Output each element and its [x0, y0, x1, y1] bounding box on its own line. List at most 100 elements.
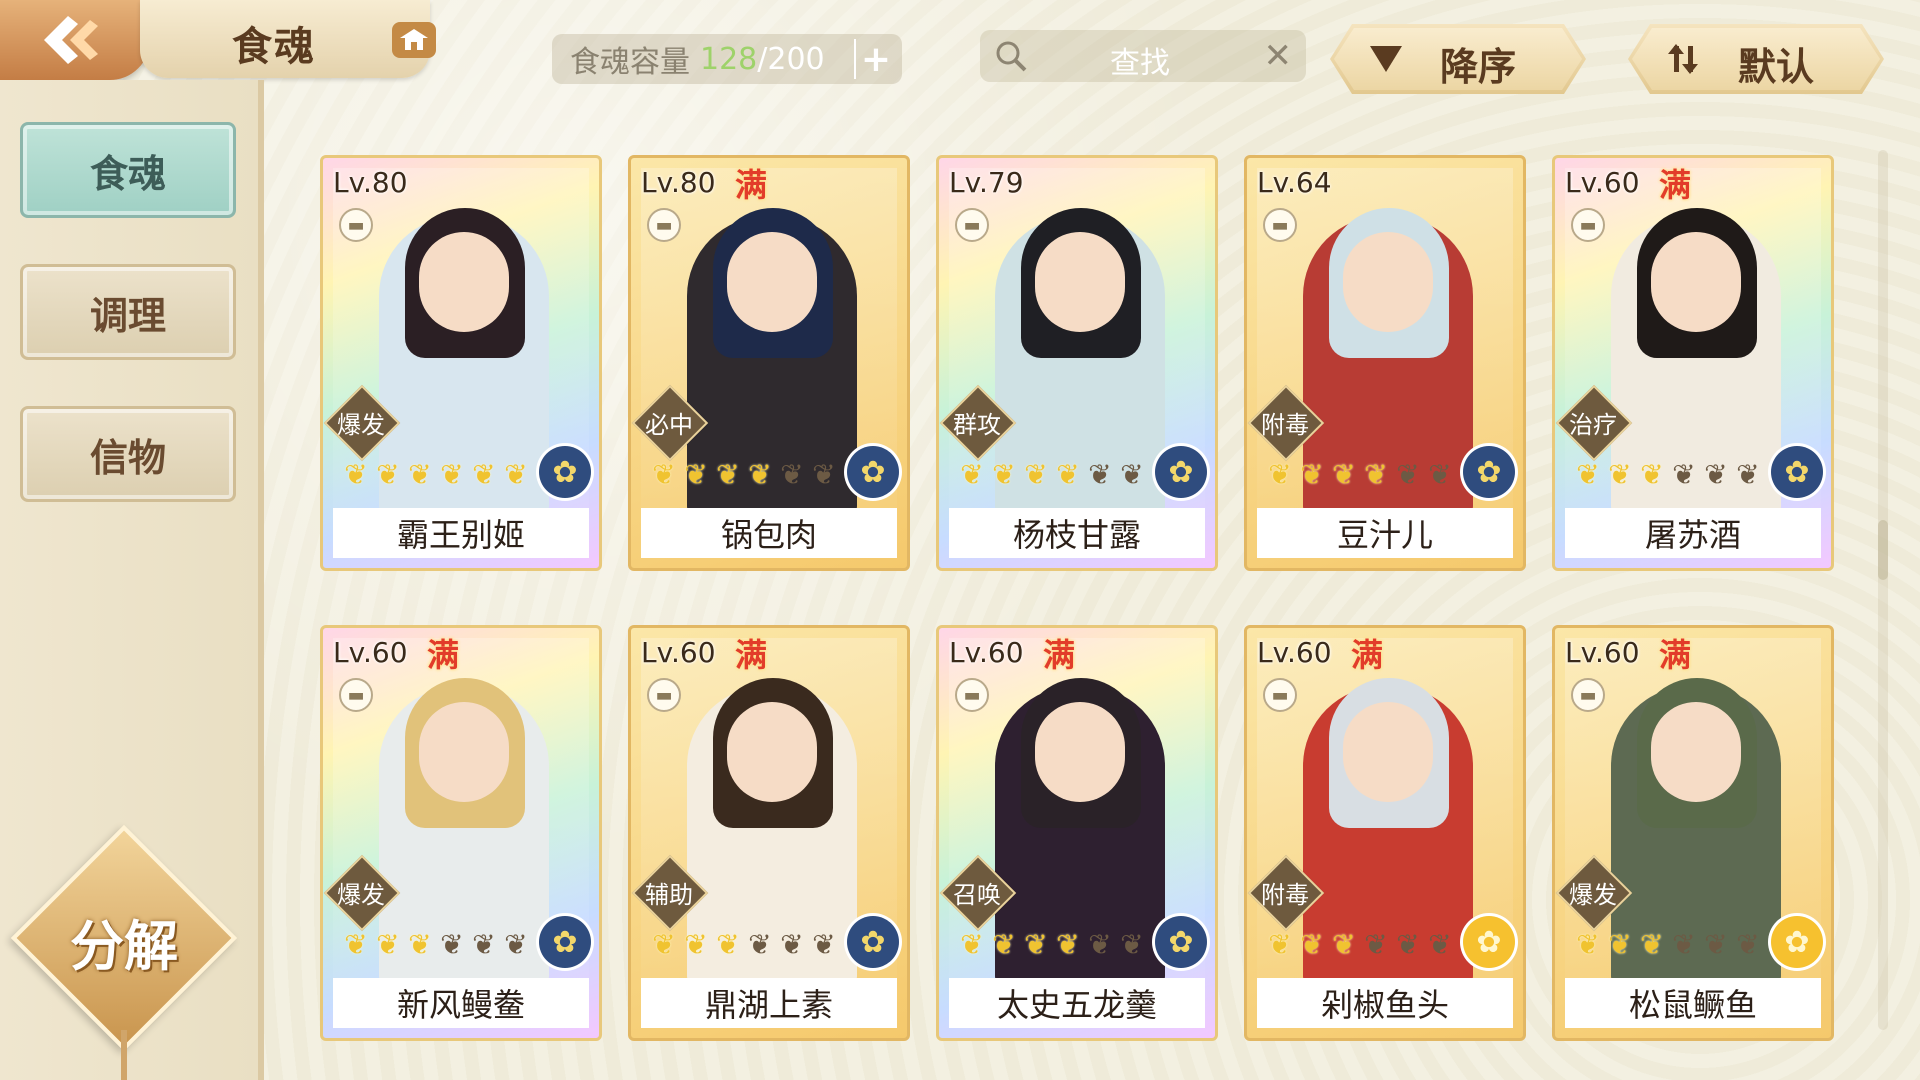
- level-label: Lv.60: [949, 636, 1024, 669]
- star-rating: ❦ ❦ ❦ ❦ ❦ ❦: [341, 928, 531, 962]
- bowl-icon: ▬: [955, 208, 989, 242]
- element-flower-icon: ✿: [1771, 916, 1823, 968]
- flame-star-icon: ❦: [1608, 928, 1632, 961]
- sort-order-button[interactable]: 降序: [1330, 24, 1586, 94]
- clear-search-icon[interactable]: ✕: [1264, 36, 1293, 76]
- capacity-max: 200: [767, 41, 825, 77]
- bowl-icon: ▬: [1263, 208, 1297, 242]
- flame-star-icon: ❦: [1640, 458, 1664, 491]
- flame-star-icon: ❦: [504, 458, 528, 491]
- role-tag: 爆发: [325, 402, 397, 442]
- flame-star-icon: ❦: [1640, 928, 1664, 961]
- flame-star-icon: ❦: [684, 928, 708, 961]
- flame-star-icon: ❦: [1056, 928, 1080, 961]
- level-label: Lv.80: [641, 166, 716, 199]
- role-tag: 必中: [633, 402, 705, 442]
- search-placeholder: 查找: [1110, 46, 1170, 81]
- food-soul-card[interactable]: Lv.60 满 ▬ 爆发 ❦ ❦ ❦ ❦ ❦ ❦ ✿ 松鼠鳜鱼: [1552, 625, 1834, 1041]
- flame-star-icon: ❦: [408, 458, 432, 491]
- flame-star-icon: ❦: [812, 928, 836, 961]
- role-tag: 辅助: [633, 872, 705, 912]
- sort-order-label: 降序: [1440, 45, 1517, 89]
- flame-star-icon: ❦: [1364, 928, 1388, 961]
- character-name: 锅包肉: [641, 508, 897, 558]
- flame-star-icon: ❦: [960, 928, 984, 961]
- flame-star-icon: ❦: [748, 928, 772, 961]
- sort-mode-button[interactable]: 默认: [1628, 24, 1884, 94]
- flame-star-icon: ❦: [992, 458, 1016, 491]
- star-rating: ❦ ❦ ❦ ❦ ❦ ❦: [341, 458, 531, 492]
- character-face: [419, 232, 509, 332]
- max-badge: 满: [1659, 166, 1692, 204]
- bowl-icon: ▬: [955, 678, 989, 712]
- bowl-icon: ▬: [339, 208, 373, 242]
- character-face: [727, 232, 817, 332]
- add-capacity-button[interactable]: +: [854, 39, 896, 80]
- sidebar-item-tokens[interactable]: 信物: [20, 406, 236, 502]
- flame-star-icon: ❦: [376, 458, 400, 491]
- sort-toggle-icon: [1664, 42, 1704, 76]
- star-rating: ❦ ❦ ❦ ❦ ❦ ❦: [957, 928, 1147, 962]
- scrollbar-thumb[interactable]: [1878, 520, 1888, 580]
- flame-star-icon: ❦: [1576, 458, 1600, 491]
- flame-star-icon: ❦: [1024, 928, 1048, 961]
- level-label: Lv.60: [1565, 636, 1640, 669]
- capacity-current: 128: [700, 41, 758, 77]
- level-label: Lv.80: [333, 166, 408, 199]
- sort-mode-label: 默认: [1738, 45, 1815, 89]
- flame-star-icon: ❦: [716, 458, 740, 491]
- star-rating: ❦ ❦ ❦ ❦ ❦ ❦: [1265, 458, 1455, 492]
- food-soul-card[interactable]: Lv.60 满 ▬ 治疗 ❦ ❦ ❦ ❦ ❦ ❦ ✿ 屠苏酒: [1552, 155, 1834, 571]
- role-tag: 召唤: [941, 872, 1013, 912]
- character-face: [1343, 232, 1433, 332]
- sidebar-item-food-souls[interactable]: 食魂: [20, 122, 236, 218]
- back-button[interactable]: [0, 0, 150, 80]
- capacity-label: 食魂容量: [570, 45, 690, 80]
- flame-star-icon: ❦: [1576, 928, 1600, 961]
- title-tab: 食魂: [140, 0, 436, 78]
- food-soul-card[interactable]: Lv.60 满 ▬ 召唤 ❦ ❦ ❦ ❦ ❦ ❦ ✿ 太史五龙羹: [936, 625, 1218, 1041]
- max-badge: [427, 160, 471, 204]
- sort-down-icon: [1366, 42, 1406, 76]
- flame-star-icon: ❦: [1300, 928, 1324, 961]
- flame-star-icon: ❦: [472, 928, 496, 961]
- flame-star-icon: ❦: [1088, 928, 1112, 961]
- character-name: 鼎湖上素: [641, 978, 897, 1028]
- max-badge: [1351, 160, 1395, 204]
- role-tag: 治疗: [1557, 402, 1629, 442]
- food-soul-card[interactable]: Lv.80 满 ▬ 必中 ❦ ❦ ❦ ❦ ❦ ❦ ✿ 锅包肉: [628, 155, 910, 571]
- food-soul-card[interactable]: Lv.64 ▬ 附毒 ❦ ❦ ❦ ❦ ❦ ❦ ✿ 豆汁儿: [1244, 155, 1526, 571]
- level-label: Lv.60: [641, 636, 716, 669]
- flame-star-icon: ❦: [748, 458, 772, 491]
- flame-star-icon: ❦: [992, 928, 1016, 961]
- flame-star-icon: ❦: [1704, 458, 1728, 491]
- flame-star-icon: ❦: [1268, 458, 1292, 491]
- food-soul-card[interactable]: Lv.80 ▬ 爆发 ❦ ❦ ❦ ❦ ❦ ❦ ✿ 霸王别姬: [320, 155, 602, 571]
- level-label: Lv.64: [1257, 166, 1332, 199]
- flame-star-icon: ❦: [1704, 928, 1728, 961]
- flame-star-icon: ❦: [344, 458, 368, 491]
- flame-star-icon: ❦: [1332, 928, 1356, 961]
- decompose-pendant: [121, 1030, 127, 1080]
- character-name: 松鼠鳜鱼: [1565, 978, 1821, 1028]
- flame-star-icon: ❦: [504, 928, 528, 961]
- sidebar-item-conditioning[interactable]: 调理: [20, 264, 236, 360]
- level-label: Lv.60: [333, 636, 408, 669]
- max-badge: [1043, 160, 1087, 204]
- search-input[interactable]: 查找 ✕: [980, 30, 1306, 82]
- scrollbar[interactable]: [1878, 150, 1888, 1030]
- flame-star-icon: ❦: [652, 458, 676, 491]
- flame-star-icon: ❦: [960, 458, 984, 491]
- food-soul-card[interactable]: Lv.79 ▬ 群攻 ❦ ❦ ❦ ❦ ❦ ❦ ✿ 杨枝甘露: [936, 155, 1218, 571]
- food-soul-card[interactable]: Lv.60 满 ▬ 辅助 ❦ ❦ ❦ ❦ ❦ ❦ ✿ 鼎湖上素: [628, 625, 910, 1041]
- home-icon[interactable]: [392, 22, 436, 58]
- character-face: [419, 702, 509, 802]
- character-face: [1035, 702, 1125, 802]
- character-name: 太史五龙羹: [949, 978, 1205, 1028]
- food-soul-card[interactable]: Lv.60 满 ▬ 爆发 ❦ ❦ ❦ ❦ ❦ ❦ ✿ 新风鳗鲞: [320, 625, 602, 1041]
- flame-star-icon: ❦: [1736, 458, 1760, 491]
- level-label: Lv.60: [1257, 636, 1332, 669]
- flame-star-icon: ❦: [1608, 458, 1632, 491]
- flame-star-icon: ❦: [1056, 458, 1080, 491]
- food-soul-card[interactable]: Lv.60 满 ▬ 附毒 ❦ ❦ ❦ ❦ ❦ ❦ ✿ 剁椒鱼头: [1244, 625, 1526, 1041]
